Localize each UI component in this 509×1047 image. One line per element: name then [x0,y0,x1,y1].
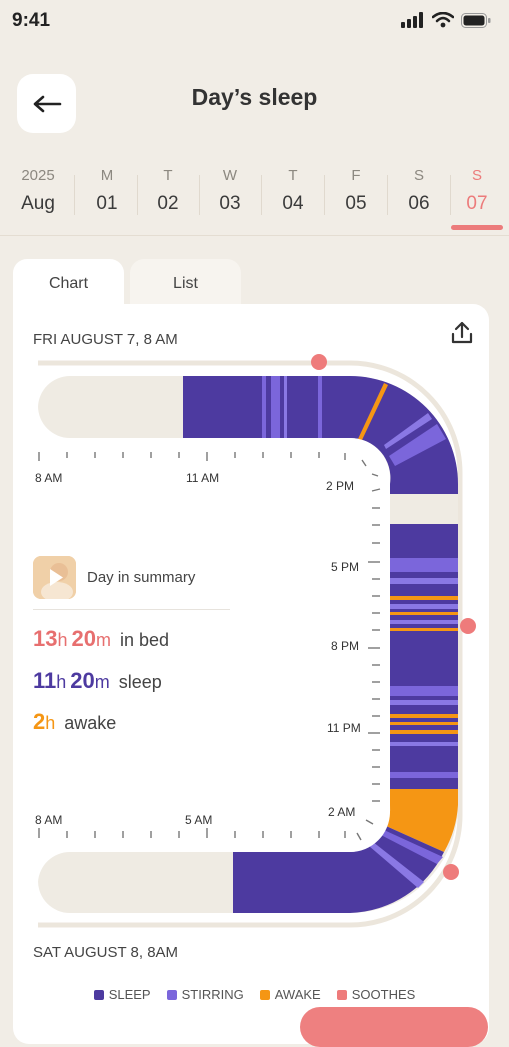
legend-label: STIRRING [181,987,244,1002]
legend-swatch-soothes [336,989,347,1000]
awake-segment [390,612,458,615]
baby-photo-thumbnail [33,556,76,599]
awake-label: awake [64,713,117,733]
sleep-minutes: 20 [70,668,95,693]
tick-label-2am: 2 AM [328,805,355,819]
tick-label-5am: 5 AM [185,813,212,827]
chart-legend: SLEEP STIRRING AWAKE SOOTHES [0,987,509,1002]
soothe-marker [311,354,327,370]
stirring-segment [390,772,458,778]
in-bed-minutes-unit: m [95,630,111,650]
awake-segment [390,596,458,600]
sleep-label: sleep [118,672,162,692]
sleep-hours-unit: h [56,672,67,692]
tick-label-bottom-8am: 8 AM [35,813,62,827]
legend-item-awake: AWAKE [259,987,321,1002]
stirring-segment [390,686,458,696]
summary-title: Day in summary [87,569,196,586]
awake-segment [390,628,458,631]
summary-video-thumbnail[interactable] [33,556,76,599]
tick-label-8pm: 8 PM [331,639,359,653]
stat-in-bed: 13h 20m in bed [33,626,169,652]
legend-label: AWAKE [274,987,321,1002]
in-bed-minutes: 20 [71,626,96,651]
stirring-segment [262,376,266,438]
stirring-segment [390,742,458,746]
stirring-segment [390,604,458,609]
stirring-segment [284,376,287,438]
stat-sleep: 11h 20m sleep [33,668,162,694]
awake-segment [390,730,458,734]
bottom-action-button[interactable] [300,1007,488,1047]
chart-end-label: SAT AUGUST 8, 8AM [33,944,179,961]
stirring-segment [390,578,458,584]
awake-hours-unit: h [45,713,56,733]
stirring-segment [390,700,458,705]
legend-item-soothes: SOOTHES [336,987,416,1002]
in-bed-hours: 13 [33,626,58,651]
tick-label-top-8am: 8 AM [35,471,62,485]
legend-item-sleep: SLEEP [93,987,151,1002]
awake-segment [390,789,458,805]
tick-label-5pm: 5 PM [331,560,359,574]
awake-segment [390,722,458,725]
stirring-segment [390,620,458,624]
tick-label-11pm: 11 PM [327,721,361,735]
tick-label-top-11am: 11 AM [186,471,219,485]
stirring-segment [318,376,322,438]
sleep-minutes-unit: m [94,672,110,692]
stirring-segment [390,558,458,572]
sleep-segment [233,852,350,913]
sleep-segment [183,376,350,438]
legend-swatch-stirring [166,989,177,1000]
awake-hours: 2 [33,709,46,734]
soothe-marker [460,618,476,634]
summary-divider [33,609,230,610]
sleep-timeline-chart: 8 AM 11 AM 2 PM 5 PM 8 PM 11 PM 8 AM 5 A… [35,354,476,928]
awake-segment [390,714,458,718]
stirring-segment [271,376,280,438]
legend-label: SLEEP [108,987,151,1002]
in-bed-hours-unit: h [57,630,68,650]
legend-label: SOOTHES [351,987,416,1002]
sleep-segment [390,484,458,494]
soothe-marker [443,864,459,880]
tick-label-2pm: 2 PM [326,479,354,493]
legend-item-stirring: STIRRING [166,987,244,1002]
legend-swatch-awake [259,989,270,1000]
legend-swatch-sleep [93,989,104,1000]
sleep-hours: 11 [33,668,57,693]
in-bed-label: in bed [120,630,170,650]
stat-awake: 2h awake [33,709,116,735]
